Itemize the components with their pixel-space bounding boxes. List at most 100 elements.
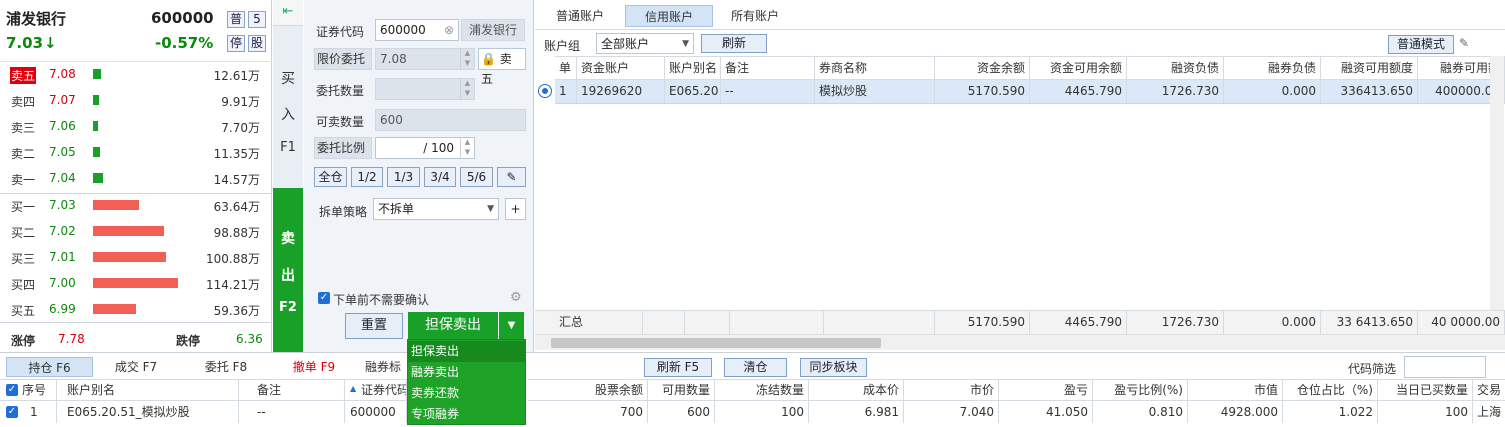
- clear-positions-button[interactable]: 清仓: [724, 358, 787, 377]
- select-all-checkbox[interactable]: ✓: [6, 384, 18, 396]
- vertical-scrollbar[interactable]: [1490, 56, 1504, 310]
- bid-row[interactable]: 买一 7.03 63.64万: [0, 192, 272, 218]
- tab-sell[interactable]: 卖 出 F2: [273, 188, 303, 352]
- edit-icon[interactable]: ✎: [497, 167, 526, 187]
- positions-panel: 持仓 F6 成交 F7 委托 F8 撤单 F9 融券标 刷新 F5 清仓 同步板…: [0, 352, 1505, 427]
- order-form: 证券代码 600000 ⊗ 浦发银行 限价委托 7.08 ▲ ▼ 🔒 卖五 委托数…: [304, 0, 534, 352]
- bid-price: 7.03: [49, 198, 76, 212]
- col-header[interactable]: 仓位占比（%): [1283, 379, 1378, 401]
- tab-cancel[interactable]: 撤单 F9: [278, 357, 350, 377]
- sell-type-dropdown-icon[interactable]: ▼: [499, 312, 524, 339]
- group-select[interactable]: 全部账户 ▼: [596, 33, 694, 54]
- col-header[interactable]: 账户别名: [57, 379, 239, 401]
- ask-price: 7.07: [49, 93, 76, 107]
- menu-item[interactable]: 专项融券: [408, 404, 525, 425]
- tab-credit-account[interactable]: 信用账户: [625, 5, 713, 27]
- refresh-positions-button[interactable]: 刷新 F5: [644, 358, 712, 377]
- reset-button[interactable]: 重置: [345, 313, 403, 339]
- col-header[interactable]: 融券负债: [1224, 57, 1321, 79]
- cell: --: [239, 401, 345, 423]
- tab-trades[interactable]: 成交 F7: [100, 357, 172, 377]
- tab-short-targets[interactable]: 融券标: [365, 357, 407, 377]
- edit-icon[interactable]: ✎: [1459, 36, 1469, 50]
- code-filter-input[interactable]: [1404, 356, 1486, 378]
- bid-label: 买三: [11, 252, 36, 266]
- ratio-half-button[interactable]: 1/2: [351, 167, 383, 187]
- price-lock-button[interactable]: 🔒 卖五: [478, 48, 526, 86]
- collapse-icon[interactable]: ⇤: [273, 0, 303, 26]
- col-header[interactable]: 交易: [1473, 379, 1505, 401]
- col-header[interactable]: 融资负债: [1127, 57, 1224, 79]
- col-header[interactable]: 冻结数量: [715, 379, 809, 401]
- table-row[interactable]: 1 19269620 E065.20.5 -- 模拟炒股 5170.590 44…: [555, 80, 1505, 104]
- col-header[interactable]: 账户别名: [665, 57, 721, 79]
- ask-volume: 9.91万: [221, 95, 260, 109]
- bid-row[interactable]: 买三 7.01 100.88万: [0, 244, 272, 270]
- col-header[interactable]: 盈亏: [999, 379, 1093, 401]
- ask-row[interactable]: 卖五 7.08 12.61万: [0, 61, 272, 87]
- five-button[interactable]: 5: [248, 11, 266, 28]
- col-header[interactable]: 盈亏比例(%): [1093, 379, 1188, 401]
- col-header[interactable]: 可用数量: [648, 379, 715, 401]
- row-radio[interactable]: [539, 85, 551, 97]
- price-type-select[interactable]: 限价委托: [314, 48, 372, 70]
- col-header[interactable]: 资金余额: [935, 57, 1030, 79]
- col-header[interactable]: 资金可用余额: [1030, 57, 1127, 79]
- ask-row[interactable]: 卖三 7.06 7.70万: [0, 113, 272, 139]
- menu-item[interactable]: 担保卖出: [408, 341, 525, 362]
- ratio-three-quarter-button[interactable]: 3/4: [424, 167, 456, 187]
- tab-all-accounts[interactable]: 所有账户: [720, 5, 790, 27]
- price-stepper[interactable]: ▲ ▼: [460, 48, 474, 70]
- clear-icon[interactable]: ⊗: [444, 20, 454, 40]
- menu-item[interactable]: 卖券还款: [408, 383, 525, 404]
- add-split-button[interactable]: +: [505, 198, 526, 220]
- col-header[interactable]: 融资可用额度: [1321, 57, 1418, 79]
- ask-row[interactable]: 卖二 7.05 11.35万: [0, 139, 272, 165]
- pu-button[interactable]: 普: [227, 11, 245, 28]
- confirm-checkbox[interactable]: ✓: [318, 292, 330, 304]
- menu-item[interactable]: 融券卖出: [408, 362, 525, 383]
- col-header[interactable]: 当日已买数量: [1378, 379, 1473, 401]
- bid-row[interactable]: 买二 7.02 98.88万: [0, 218, 272, 244]
- code-input[interactable]: 600000 ⊗: [375, 19, 459, 41]
- submit-sell-button[interactable]: 担保卖出: [408, 312, 498, 339]
- sync-sector-button[interactable]: 同步板块: [800, 358, 867, 377]
- col-header[interactable]: 单: [555, 57, 577, 79]
- bid-row[interactable]: 买五 6.99 59.36万: [0, 296, 272, 322]
- col-header[interactable]: 市值: [1188, 379, 1283, 401]
- split-select[interactable]: 不拆单 ▼: [373, 198, 499, 220]
- ratio-third-button[interactable]: 1/3: [387, 167, 420, 187]
- bid-volume-bar: [93, 252, 166, 262]
- gu-button[interactable]: 股: [248, 35, 266, 52]
- ratio-full-button[interactable]: 全仓: [314, 167, 347, 187]
- col-header[interactable]: 备注: [721, 57, 815, 79]
- col-header[interactable]: 成本价: [809, 379, 904, 401]
- ask-row[interactable]: 卖四 7.07 9.91万: [0, 87, 272, 113]
- tab-positions[interactable]: 持仓 F6: [6, 357, 93, 377]
- ratio-stepper[interactable]: ▲ ▼: [460, 137, 474, 159]
- col-header[interactable]: 资金账户: [577, 57, 665, 79]
- ask-row[interactable]: 卖一 7.04 14.57万: [0, 165, 272, 191]
- gear-icon[interactable]: ⚙: [510, 290, 522, 305]
- col-header[interactable]: 券商名称: [815, 57, 935, 79]
- col-header[interactable]: 股票余额: [528, 379, 648, 401]
- col-header[interactable]: 备注: [239, 379, 345, 401]
- ratio-five-sixth-button[interactable]: 5/6: [460, 167, 493, 187]
- col-header[interactable]: 市价: [904, 379, 999, 401]
- qty-stepper[interactable]: ▲ ▼: [460, 78, 474, 100]
- tab-orders[interactable]: 委托 F8: [190, 357, 262, 377]
- limit-up-label: 涨停: [11, 334, 36, 348]
- horizontal-scrollbar[interactable]: [535, 334, 1505, 350]
- mode-button[interactable]: 普通模式: [1388, 35, 1454, 54]
- scroll-thumb[interactable]: [551, 338, 881, 348]
- tab-sell-hotkey: F2: [279, 300, 297, 315]
- ask-volume-bar: [93, 147, 100, 157]
- cell: 5170.590: [935, 80, 1030, 103]
- bid-volume: 59.36万: [213, 304, 260, 318]
- refresh-button[interactable]: 刷新: [701, 34, 767, 53]
- ask-volume: 11.35万: [213, 147, 260, 161]
- tab-normal-account[interactable]: 普通账户: [545, 5, 615, 27]
- ting-button[interactable]: 停: [227, 35, 245, 52]
- bid-row[interactable]: 买四 7.00 114.21万: [0, 270, 272, 296]
- tab-buy[interactable]: 买 入 F1: [273, 26, 303, 188]
